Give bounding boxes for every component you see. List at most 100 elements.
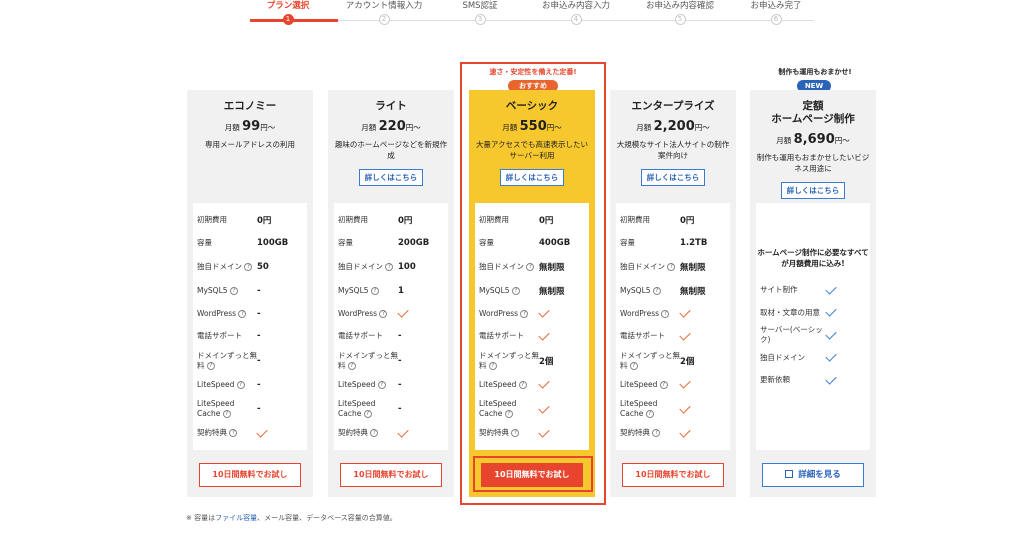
free-trial-button[interactable]: 10日間無料でお試し — [622, 463, 724, 487]
feature-value: - — [257, 404, 261, 414]
step-number: 5 — [674, 14, 686, 25]
feature-row: 初期費用 0円 — [334, 209, 448, 232]
basic-highlight-frame — [460, 62, 606, 505]
feature-value: 50 — [257, 262, 269, 272]
feature-row: 契約特典 ? — [334, 422, 448, 445]
plan-column-hp: 定額 ホームページ制作 月額 8,690円〜 制作も運用もおまかせしたいビジネス用… — [750, 90, 876, 497]
feature-label: 契約特典 ? — [620, 428, 680, 438]
check-icon — [825, 373, 837, 385]
help-icon[interactable]: ? — [667, 263, 676, 271]
help-icon[interactable]: ? — [229, 429, 238, 438]
feature-label: LiteSpeed ? — [620, 380, 680, 390]
help-icon[interactable]: ? — [652, 429, 661, 438]
feature-label: 独自ドメイン ? — [338, 262, 398, 272]
check-icon — [397, 426, 409, 438]
feature-label: LiteSpeed Cache ? — [620, 399, 658, 418]
feature-value: 無制限 — [680, 287, 706, 298]
feature-label: サーバー(ベーシック) — [760, 325, 823, 345]
view-details-button[interactable]: 詳細を見る — [762, 463, 864, 487]
feature-row: ドメインずっと無料 ? 2個 — [616, 348, 730, 374]
help-icon[interactable]: ? — [661, 309, 670, 318]
help-icon[interactable]: ? — [629, 361, 638, 370]
feature-row: 容量 100GB — [193, 232, 307, 255]
check-icon — [679, 401, 691, 414]
hp-feature-row: 独自ドメイン — [756, 347, 870, 370]
hp-feature-row: 取材・文章の用意 — [756, 302, 870, 325]
free-trial-button[interactable]: 10日間無料でお試し — [199, 463, 301, 487]
feature-label: 契約特典 ? — [197, 428, 257, 438]
feature-row: 独自ドメイン ? 50 — [193, 254, 307, 280]
feature-row: ドメインずっと無料 ? - — [193, 348, 307, 374]
help-icon[interactable]: ? — [229, 287, 238, 296]
check-icon — [825, 350, 837, 362]
step-application-input: お申込み内容入力 4 — [528, 0, 624, 25]
plan-features: 初期費用 0円 容量 100GB 独自ドメイン ? 50 MySQL5 ? - WordPres… — [193, 203, 307, 450]
feature-value: - — [398, 404, 402, 414]
help-icon[interactable]: ? — [206, 361, 215, 370]
progress-stepper: プラン選択 1 アカウント情報入力 2 SMS認証 3 お申込み内容入力 4 お… — [240, 0, 824, 30]
feature-label: 独自ドメイン ? — [197, 262, 257, 272]
hp-feature-row: 更新依頼 — [756, 369, 870, 392]
plan-header: 定額 ホームページ制作 月額 8,690円〜 制作も運用もおまかせしたいビジネス用… — [750, 90, 876, 203]
help-icon[interactable]: ? — [363, 410, 372, 418]
plan-description: 専用メールアドレスの利用 — [205, 140, 295, 149]
feature-value: - — [257, 286, 261, 297]
feature-label: ドメインずっと無料 ? — [197, 350, 257, 370]
detail-button[interactable]: 詳しくはこちら — [359, 169, 423, 186]
help-icon[interactable]: ? — [236, 380, 245, 389]
feature-row: WordPress ? — [334, 303, 448, 326]
free-trial-button[interactable]: 10日間無料でお試し — [340, 463, 442, 487]
help-icon[interactable]: ? — [370, 287, 379, 296]
help-icon[interactable]: ? — [645, 410, 654, 418]
step-number: 4 — [570, 14, 582, 25]
plan-features: 初期費用 0円 容量 1.2TB 独自ドメイン ? 無制限 MySQL5 ? 無制限 WordP… — [616, 203, 730, 450]
feature-value: 2個 — [680, 356, 695, 367]
feature-label: LiteSpeed Cache ? — [338, 399, 376, 418]
feature-value: - — [398, 331, 402, 342]
feature-label: 電話サポート — [197, 331, 242, 341]
step-label: プラン選択 — [266, 1, 310, 11]
plan-price: 月額 220円〜 — [361, 119, 421, 134]
help-icon[interactable]: ? — [347, 361, 356, 370]
plan-price: 月額 99円〜 — [224, 119, 276, 134]
help-icon[interactable]: ? — [238, 309, 247, 318]
help-icon[interactable]: ? — [377, 380, 386, 389]
plan-column-economy: エコノミー 月額 99円〜 専用メールアドレスの利用 初期費用 0円 容量 100GB… — [187, 90, 313, 497]
help-icon[interactable]: ? — [370, 429, 379, 438]
check-icon — [256, 426, 268, 438]
feature-row: ドメインずっと無料 ? - — [334, 348, 448, 374]
feature-label: 取材・文章の用意 — [760, 307, 820, 317]
plan-name: エンタープライズ — [631, 100, 715, 112]
check-icon — [825, 283, 837, 295]
detail-button[interactable]: 詳しくはこちら — [781, 182, 845, 199]
feature-value: 0円 — [398, 216, 413, 227]
feature-value: 0円 — [680, 216, 695, 227]
hp-feature-row: サーバー(ベーシック) — [756, 324, 870, 347]
basic-trial-highlight — [473, 456, 593, 492]
help-icon[interactable]: ? — [222, 410, 231, 418]
help-icon[interactable]: ? — [659, 380, 668, 389]
feature-label: 契約特典 ? — [338, 428, 398, 438]
help-icon[interactable]: ? — [385, 263, 394, 271]
step-number: 3 — [474, 14, 486, 25]
feature-value: - — [257, 331, 261, 342]
check-icon — [679, 329, 691, 341]
check-icon — [679, 306, 691, 318]
feature-row: 契約特典 ? — [616, 422, 730, 445]
feature-value: - — [257, 355, 261, 366]
feature-label: WordPress ? — [338, 309, 398, 319]
check-icon — [825, 305, 837, 317]
check-icon — [825, 328, 837, 340]
file-capacity-link[interactable]: ファイル容量 — [215, 514, 257, 522]
help-icon[interactable]: ? — [652, 287, 661, 296]
plan-header: エコノミー 月額 99円〜 専用メールアドレスの利用 — [187, 90, 313, 203]
check-icon — [679, 377, 691, 389]
detail-button[interactable]: 詳しくはこちら — [641, 169, 705, 186]
step-number: 6 — [770, 14, 782, 25]
feature-row: LiteSpeed ? — [616, 374, 730, 397]
plan-description: 制作も運用もおまかせしたいビジネス用途に — [756, 153, 870, 173]
help-icon[interactable]: ? — [244, 263, 253, 271]
feature-label: 容量 — [620, 237, 635, 247]
feature-label: 独自ドメイン — [760, 352, 805, 362]
help-icon[interactable]: ? — [379, 309, 388, 318]
